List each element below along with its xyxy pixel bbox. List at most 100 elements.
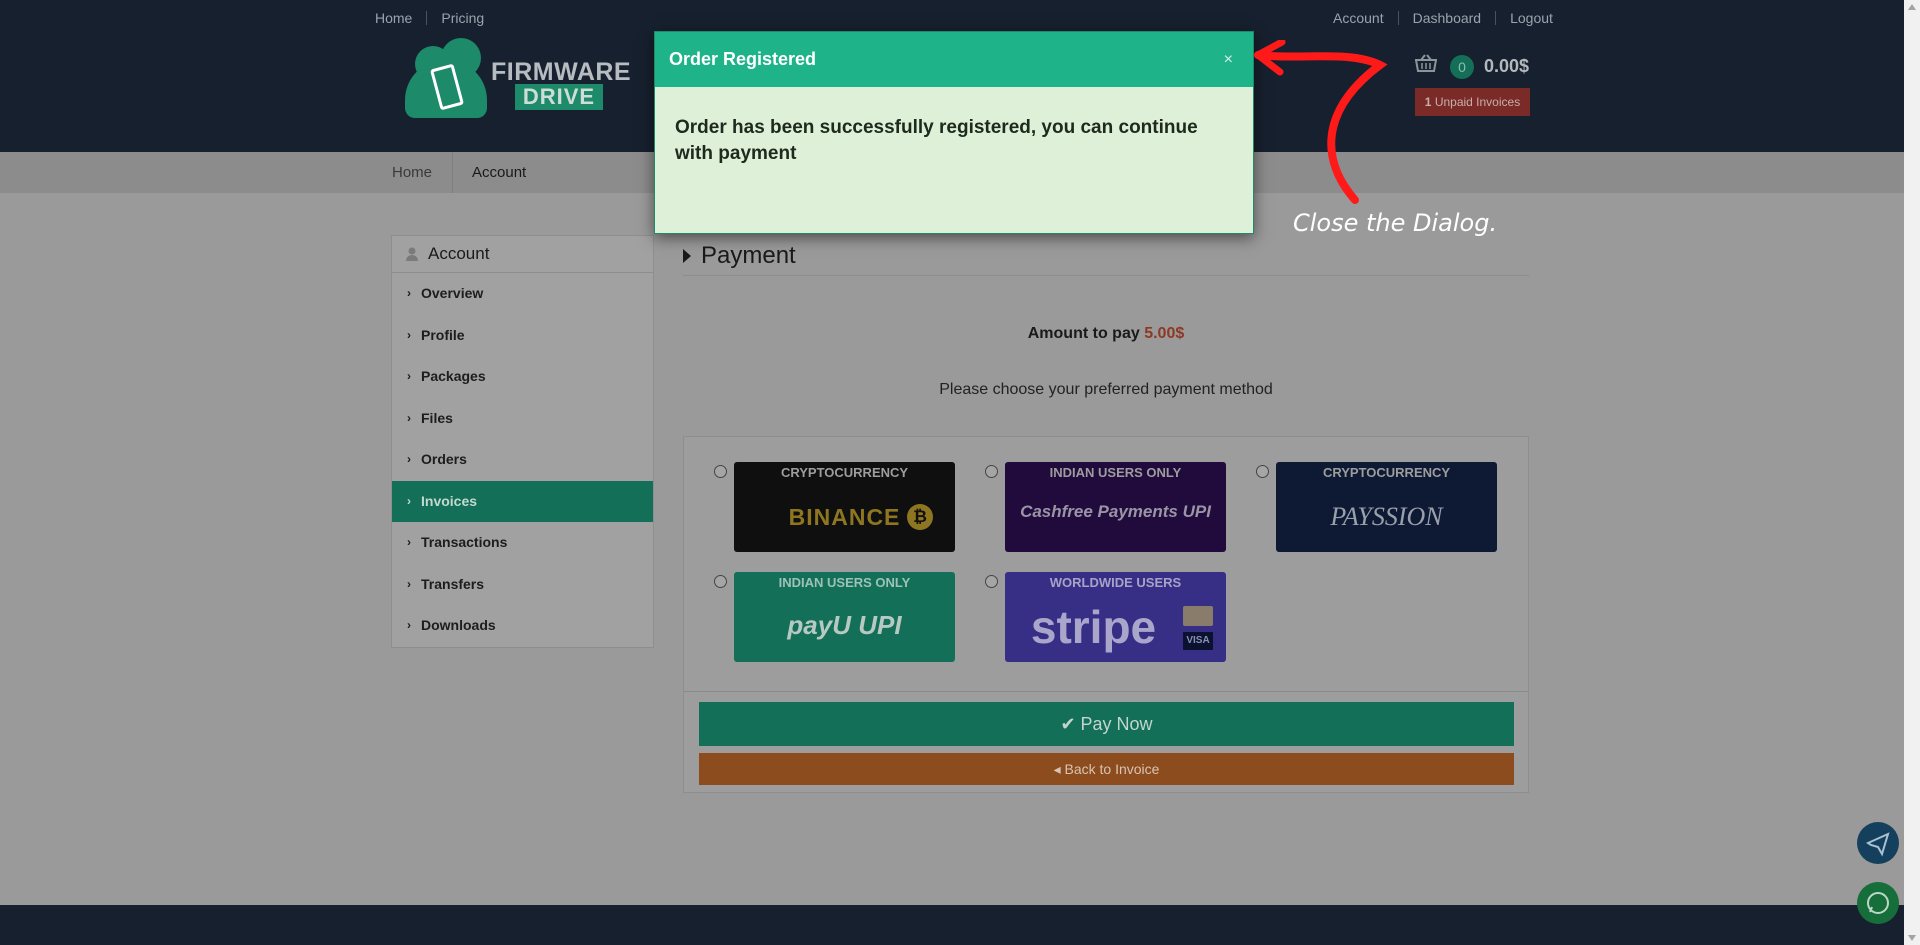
dialog-message: Order has been successfully registered, … [675, 117, 1198, 164]
divider [426, 11, 428, 25]
breadcrumb-home[interactable]: Home [392, 152, 453, 193]
send-icon [1865, 832, 1890, 857]
chevron-right-icon: › [407, 410, 411, 425]
sidebar-item-orders[interactable]: › Orders [392, 439, 653, 481]
chevron-right-icon: › [407, 576, 411, 591]
chevron-right-icon: › [407, 535, 411, 549]
radio-payssion[interactable] [1256, 465, 1269, 478]
logo-text-drive: DRIVE [515, 84, 603, 110]
sidebar-item-packages[interactable]: › Packages [392, 356, 653, 398]
method-card-stripe[interactable]: WORLDWIDE USERS stripe VISA [1005, 572, 1226, 662]
cart-count-badge: 0 [1450, 55, 1474, 79]
divider [684, 691, 1528, 692]
site-logo[interactable]: FIRMWARE DRIVE [405, 38, 632, 118]
sidebar-item-label: Transactions [421, 534, 508, 550]
sidebar-item-transfers[interactable]: › Transfers [392, 564, 653, 606]
chevron-right-icon: › [407, 369, 411, 383]
sidebar-item-profile[interactable]: › Profile [392, 315, 653, 357]
sidebar-title: Account [428, 244, 490, 263]
sidebar-item-label: Downloads [421, 617, 496, 633]
top-nav-account[interactable]: Account [1333, 10, 1384, 26]
method-tag: INDIAN USERS ONLY [778, 575, 911, 590]
payment-methods: CRYPTOCURRENCY BINANCE ₿ INDIAN USERS ON… [683, 436, 1529, 793]
footer [0, 905, 1904, 945]
radio-stripe[interactable] [985, 575, 998, 588]
sidebar-item-label: Files [421, 409, 453, 426]
method-tag: CRYPTOCURRENCY [780, 465, 909, 480]
divider [683, 275, 1529, 276]
radio-payu[interactable] [714, 575, 727, 588]
pay-now-button[interactable]: ✔ Pay Now [699, 702, 1514, 746]
method-card-payu-upi[interactable]: INDIAN USERS ONLY payU UPI [734, 572, 955, 662]
top-nav-logout[interactable]: Logout [1510, 10, 1553, 26]
chevron-right-icon: › [407, 452, 411, 466]
annotation-arrow [1254, 40, 1388, 204]
logo-text-firmware: FIRMWARE [491, 58, 632, 86]
page-title-text: Payment [701, 242, 796, 269]
top-nav-home[interactable]: Home [375, 10, 412, 26]
amount-value: 5.00$ [1144, 325, 1185, 342]
telegram-button[interactable] [1857, 822, 1899, 864]
radio-cashfree[interactable] [985, 465, 998, 478]
chevron-right-icon: › [407, 493, 411, 508]
sidebar-item-label: Orders [421, 451, 467, 467]
dialog-title: Order Registered [669, 49, 817, 69]
divider [1397, 11, 1399, 25]
sidebar-item-files[interactable]: › Files [392, 398, 653, 440]
method-brand: Cashfree Payments UPI [1020, 502, 1211, 521]
method-tag: CRYPTOCURRENCY [1322, 465, 1451, 480]
pay-now-label: Pay Now [1080, 714, 1153, 734]
method-card-binance[interactable]: CRYPTOCURRENCY BINANCE ₿ [734, 462, 955, 552]
method-brand: PAYSSION [1330, 502, 1443, 531]
back-label: Back to Invoice [1064, 761, 1160, 777]
sidebar-item-transactions[interactable]: › Transactions [392, 522, 653, 564]
amount-to-pay: Amount to pay 5.00$ [683, 325, 1529, 343]
back-to-invoice-button[interactable]: ◂ Back to Invoice [699, 753, 1514, 785]
sidebar-item-downloads[interactable]: › Downloads [392, 605, 653, 647]
whatsapp-icon [1867, 892, 1889, 914]
method-tag: INDIAN USERS ONLY [1049, 465, 1182, 480]
user-icon [406, 247, 418, 261]
sidebar-item-invoices[interactable]: › Invoices [392, 480, 653, 522]
sidebar-item-label: Invoices [421, 492, 478, 509]
whatsapp-button[interactable] [1857, 882, 1899, 924]
annotation-text: Close the Dialog. [1293, 209, 1498, 237]
mastercard-icon [1183, 606, 1213, 626]
method-card-cashfree-upi[interactable]: INDIAN USERS ONLY Cashfree Payments UPI [1005, 462, 1226, 552]
top-nav-right: Account Dashboard Logout [1333, 8, 1553, 28]
radio-binance[interactable] [714, 465, 727, 478]
top-nav-left: Home Pricing [375, 8, 484, 28]
unpaid-label: Unpaid Invoices [1434, 95, 1521, 109]
chevron-right-icon: › [407, 286, 411, 300]
cart-icon[interactable] [1414, 54, 1438, 80]
unpaid-count: 1 [1424, 95, 1432, 109]
sidebar-item-overview[interactable]: › Overview [392, 273, 653, 315]
scrollbar[interactable] [1904, 0, 1920, 945]
cart-total: 0.00$ [1484, 56, 1530, 76]
account-sidebar: Account › Overview › Profile › Packages › Fi… [391, 235, 654, 648]
chevron-right-icon: › [407, 327, 411, 342]
sidebar-item-label: Overview [421, 285, 484, 301]
divider [1495, 11, 1497, 25]
method-card-payssion[interactable]: CRYPTOCURRENCY PAYSSION [1276, 462, 1497, 552]
unpaid-invoices-badge[interactable]: 1 Unpaid Invoices [1415, 88, 1530, 116]
scroll-up-icon[interactable] [1908, 4, 1916, 10]
sidebar-item-label: Transfers [421, 575, 485, 592]
method-tag: WORLDWIDE USERS [1049, 575, 1182, 590]
amount-label: Amount to pay [1027, 325, 1140, 342]
bitcoin-icon: ₿ [907, 504, 933, 530]
chevron-right-icon: › [407, 618, 411, 632]
choose-method-text: Please choose your preferred payment met… [939, 381, 1273, 398]
scroll-down-icon[interactable] [1908, 935, 1916, 941]
order-registered-dialog: Order Registered × Order has been succes… [654, 31, 1254, 234]
top-nav-pricing[interactable]: Pricing [441, 10, 484, 26]
caret-right-icon [683, 248, 691, 263]
sidebar-header: Account [392, 236, 653, 273]
breadcrumb-account[interactable]: Account [472, 152, 526, 193]
sidebar-item-label: Profile [421, 326, 465, 343]
dialog-header: Order Registered × [655, 32, 1253, 87]
top-nav-dashboard[interactable]: Dashboard [1413, 10, 1482, 26]
method-brand: payU UPI [787, 610, 902, 640]
sidebar-item-label: Packages [421, 368, 486, 384]
visa-icon: VISA [1183, 632, 1213, 650]
